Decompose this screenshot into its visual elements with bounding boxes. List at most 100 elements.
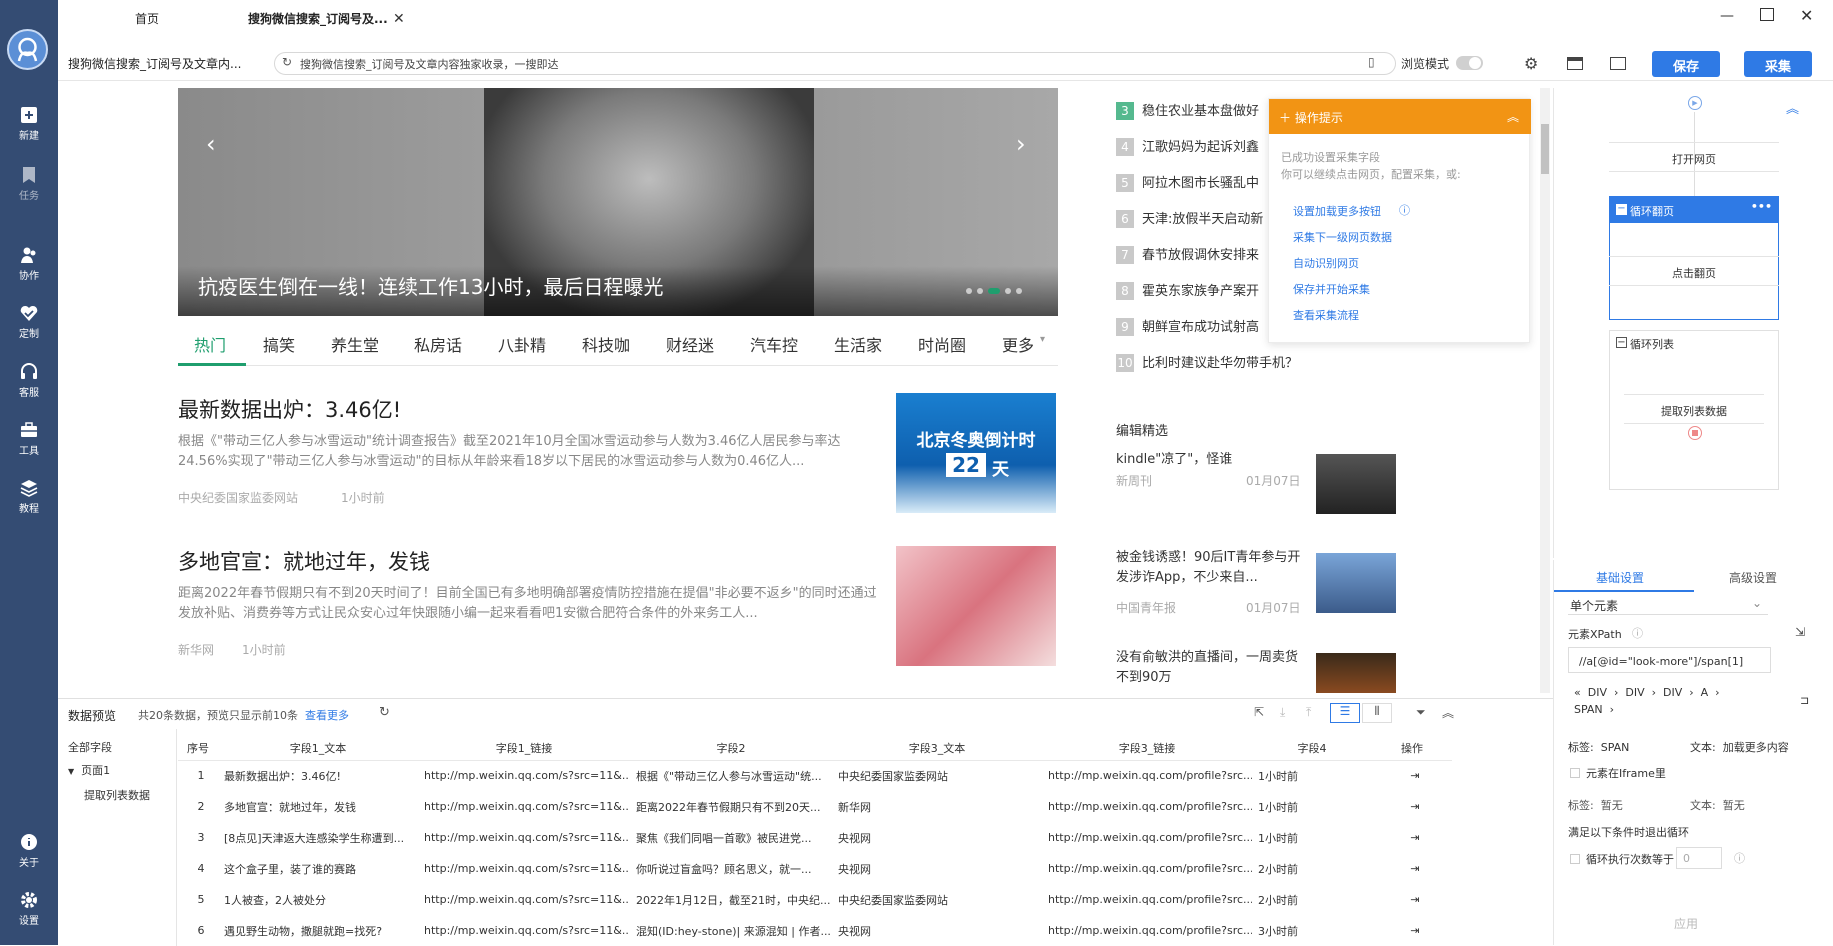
tab-basic-settings[interactable]: 基础设置 (1596, 569, 1644, 586)
rank-item[interactable]: 5 阿拉木图市长骚乱中 (1116, 172, 1259, 192)
sidebar-item-tools[interactable]: 工具 (0, 420, 58, 457)
collect-button[interactable]: 采集 (1744, 51, 1812, 77)
pick-2-title[interactable]: 被金钱诱惑！90后IT青年参与开发涉诈App，不少来自... (1116, 548, 1306, 588)
collapse-box-icon[interactable]: − (1616, 204, 1627, 215)
loop-page-header[interactable]: − 循环翻页 ••• (1610, 197, 1778, 223)
tab-auto[interactable]: 汽车控 (750, 332, 798, 356)
refresh-icon[interactable]: ↻ (379, 705, 390, 720)
collapse-list-icon[interactable]: − (1616, 337, 1627, 348)
sidebar-item-settings[interactable]: 设置 (0, 890, 58, 927)
tip-link-next-level[interactable]: 采集下一级网页数据 (1293, 229, 1392, 245)
sidebar-item-new[interactable]: 新建 (0, 105, 58, 142)
settings-gear-icon[interactable]: ⚙ (1524, 54, 1538, 73)
tree-all-fields[interactable]: 全部字段 (68, 739, 112, 755)
article-1-title[interactable]: 最新数据出炉：3.46亿! (178, 394, 401, 424)
flow-node-extract[interactable]: 提取列表数据 (1624, 394, 1764, 424)
table-row[interactable]: 3 [8点见]天津返大连感染学生称遭到... http://mp.weixin.qq… (178, 822, 1452, 853)
table-row[interactable]: 1 最新数据出炉：3.46亿! http://mp.weixin.qq.com/s?… (178, 760, 1452, 791)
rank-item[interactable]: 3 稳住农业基本盘做好 (1116, 100, 1259, 120)
pick-1-title[interactable]: kindle"凉了"，怪谁 (1116, 448, 1306, 467)
row-action-icon[interactable]: ⇥ (1372, 822, 1452, 853)
element-path-breadcrumb[interactable]: « DIV › DIV › DIV › A › SPAN › (1574, 684, 1784, 718)
table-row[interactable]: 5 1人被查，2人被处分 http://mp.weixin.qq.com/s?src… (178, 884, 1452, 915)
breadcrumb-end-icon[interactable]: ⊐ (1800, 694, 1809, 707)
view-more-link[interactable]: 查看更多 (305, 707, 349, 723)
loop-help-icon[interactable]: ⓘ (1734, 850, 1745, 866)
maximize-icon[interactable] (1760, 8, 1774, 21)
article-2-title[interactable]: 多地官宣：就地过年，发钱 (178, 546, 430, 576)
tab-close-icon[interactable]: ✕ (393, 11, 405, 27)
mode-select[interactable]: 单个元素 ⌄ (1568, 591, 1768, 615)
apply-button[interactable]: 应用 (1674, 915, 1698, 932)
rank-item[interactable]: 10 比利时建议赴华勿带手机？ (1116, 352, 1298, 372)
panel-icon[interactable] (1610, 57, 1626, 70)
carousel-prev-icon[interactable]: ‹ (206, 130, 216, 158)
sidebar-item-custom[interactable]: 定制 (0, 303, 58, 340)
loop-count-checkbox[interactable] (1570, 854, 1580, 864)
loop-count-input[interactable]: 0 (1676, 847, 1722, 869)
iframe-checkbox[interactable] (1570, 768, 1580, 778)
pick-1-thumb[interactable] (1316, 454, 1396, 514)
tab-health[interactable]: 养生堂 (331, 332, 379, 356)
tree-extract[interactable]: 提取列表数据 (84, 787, 150, 803)
browse-mode-toggle[interactable] (1456, 56, 1483, 70)
tab-advanced-settings[interactable]: 高级设置 (1729, 569, 1777, 586)
tab-life[interactable]: 生活家 (834, 332, 882, 356)
tab-hot[interactable]: 热门 (194, 332, 226, 356)
rank-item[interactable]: 6 天津:放假半天启动新 (1116, 208, 1263, 228)
tab-home[interactable]: 首页 (135, 10, 159, 27)
sidebar-item-collab[interactable]: 协作 (0, 245, 58, 282)
tip-link-save-start[interactable]: 保存并开始采集 (1293, 281, 1370, 297)
tab-funny[interactable]: 搞笑 (263, 332, 295, 356)
download-icon[interactable]: ⤓ (1280, 705, 1285, 720)
row-action-icon[interactable]: ⇥ (1372, 791, 1452, 822)
flow-node-click-page[interactable]: 点击翻页 (1609, 256, 1779, 286)
row-action-icon[interactable]: ⇥ (1372, 915, 1452, 946)
row-action-icon[interactable]: ⇥ (1372, 853, 1452, 884)
hero-carousel[interactable]: 抗疫医生倒在一线！连续工作13小时，最后日程曝光 ‹ › (178, 88, 1058, 316)
more-icon[interactable]: ••• (1751, 200, 1772, 213)
hero-caption[interactable]: 抗疫医生倒在一线！连续工作13小时，最后日程曝光 (198, 271, 663, 300)
tip-link-load-more[interactable]: 设置加载更多按钮 (1293, 203, 1381, 219)
article-2-thumb[interactable] (896, 546, 1056, 666)
collapse-flow-icon[interactable]: ︽ (1786, 98, 1799, 117)
sidebar-item-tutorial[interactable]: 教程 (0, 478, 58, 515)
help-icon[interactable]: ⓘ (1399, 202, 1410, 218)
pick-3-thumb[interactable] (1316, 653, 1396, 693)
column-view-icon[interactable]: ⦀ (1362, 703, 1392, 723)
tip-link-auto-detect[interactable]: 自动识别网页 (1293, 255, 1359, 271)
tip-link-view-flow[interactable]: 查看采集流程 (1293, 307, 1359, 323)
carousel-dots[interactable] (961, 283, 1022, 297)
row-action-icon[interactable]: ⇥ (1372, 760, 1452, 791)
table-row[interactable]: 4 这个盒子里，装了谁的赛路 http://mp.weixin.qq.com/s?s… (178, 853, 1452, 884)
window-close-icon[interactable]: ✕ (1800, 6, 1813, 25)
rank-item[interactable]: 9 朝鲜宣布成功试射高 (1116, 316, 1259, 336)
url-input[interactable]: 搜狗微信搜索_订阅号及文章内容独家收录，一搜即达 (274, 52, 1396, 75)
sidebar-item-task[interactable]: 任务 (0, 165, 58, 202)
xpath-help-icon[interactable]: ⓘ (1632, 625, 1643, 641)
collapse-preview-icon[interactable]: ︽ (1442, 704, 1454, 721)
tab-more[interactable]: 更多 (1002, 332, 1034, 356)
collapse-icon[interactable]: ︽ (1507, 108, 1519, 125)
upload-icon[interactable]: ⤒ (1306, 705, 1311, 720)
filter-icon[interactable]: ⏷ (1416, 705, 1426, 720)
select-element-icon[interactable]: ⇲ (1795, 625, 1805, 639)
tab-private[interactable]: 私房话 (414, 332, 462, 356)
tab-gossip[interactable]: 八卦精 (498, 332, 546, 356)
tree-page[interactable]: ▼ 页面1 (68, 762, 110, 778)
article-1-thumb[interactable]: 北京冬奥倒计时 22 天 (896, 393, 1056, 513)
export-icon[interactable]: ⇱ (1254, 705, 1264, 719)
rank-item[interactable]: 8 霍英东家族争产案开 (1116, 280, 1259, 300)
rank-item[interactable]: 4 江歌妈妈为起诉刘鑫 (1116, 136, 1259, 156)
minimize-icon[interactable]: — (1720, 8, 1734, 24)
table-row[interactable]: 2 多地官宣：就地过年，发钱 http://mp.weixin.qq.com/s?s… (178, 791, 1452, 822)
tab-sogou[interactable]: 搜狗微信搜索_订阅号及... (248, 10, 388, 27)
list-view-icon[interactable]: ☰ (1330, 703, 1360, 723)
page-scrollbar[interactable] (1540, 88, 1550, 693)
loop-list-header[interactable]: − 循环列表 (1610, 331, 1778, 355)
tab-fashion[interactable]: 时尚圈 (918, 332, 966, 356)
tab-tech[interactable]: 科技咖 (582, 332, 630, 356)
rank-item[interactable]: 7 春节放假调休安排来 (1116, 244, 1259, 264)
xpath-input[interactable]: //a[@id="look-more"]/span[1] (1568, 647, 1771, 673)
tab-finance[interactable]: 财经迷 (666, 332, 714, 356)
